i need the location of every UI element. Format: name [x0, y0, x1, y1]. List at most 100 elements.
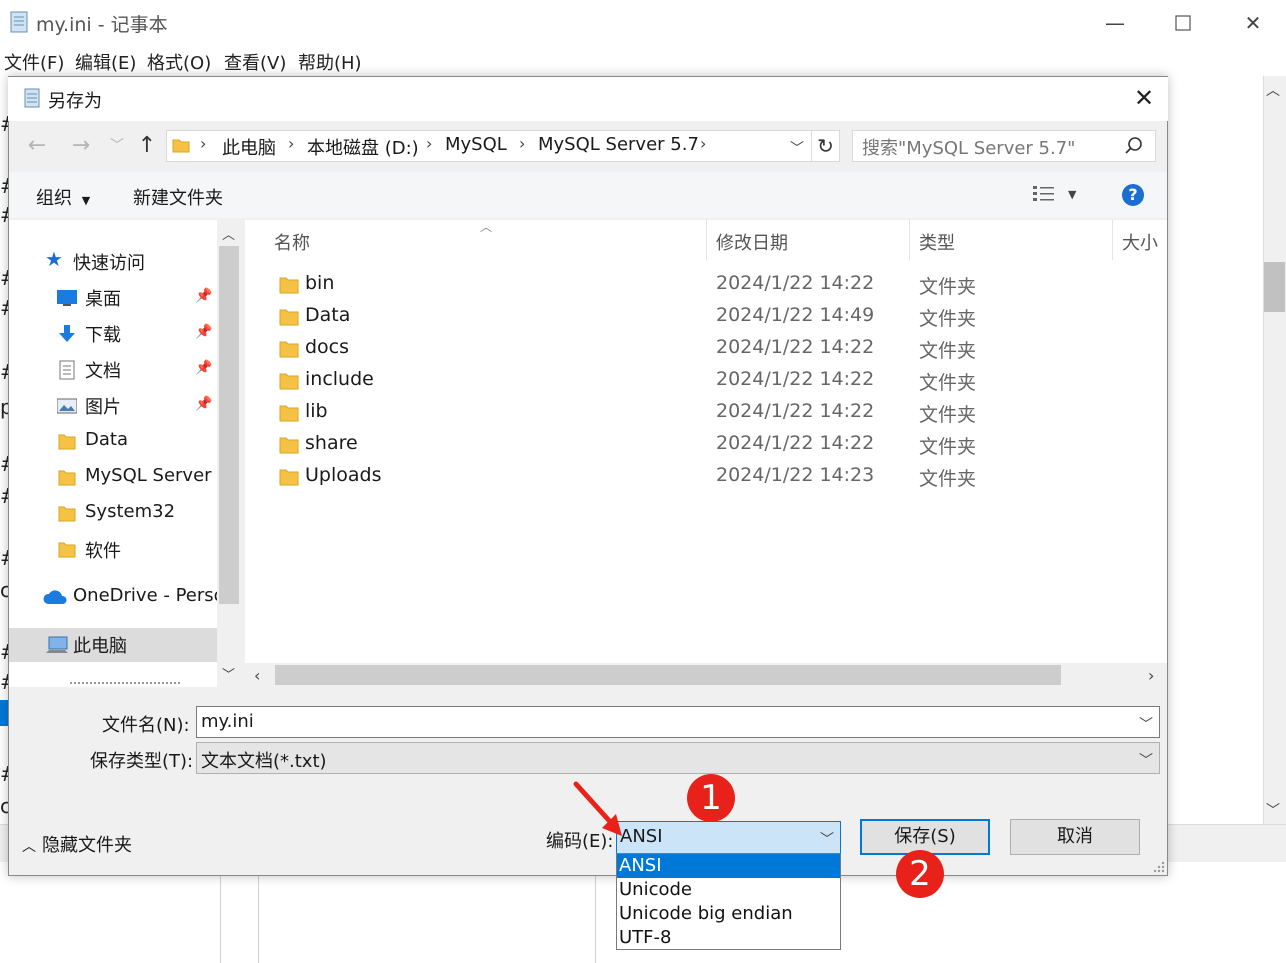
view-dropdown-button[interactable]: ▼ [1068, 188, 1076, 201]
file-date: 2024/1/22 14:22 [716, 432, 875, 454]
chevron-down-icon[interactable]: ﹀ [1139, 750, 1153, 770]
chevron-down-icon[interactable]: ﹀ [1139, 714, 1153, 734]
chevron-left-icon[interactable]: ‹ [254, 666, 260, 685]
notepad-close-button[interactable]: ✕ [1230, 8, 1276, 38]
chevron-up-icon[interactable]: ︿ [222, 224, 235, 243]
cancel-button[interactable]: 取消 [1010, 819, 1140, 855]
search-icon[interactable] [1124, 136, 1144, 156]
organize-button[interactable]: 组织 ▼ [36, 184, 90, 210]
nav-system32[interactable]: System32 [9, 497, 217, 531]
encoding-option-unicode[interactable]: Unicode [617, 878, 840, 902]
breadcrumb-this-pc[interactable]: 此电脑 [222, 134, 276, 160]
nav-data[interactable]: Data [9, 425, 217, 459]
menu-format[interactable]: 格式(O) [147, 49, 211, 75]
folder-icon [58, 542, 76, 558]
menu-view[interactable]: 查看(V) [224, 49, 286, 75]
help-icon[interactable]: ? [1122, 184, 1144, 206]
nav-scroll-thumb[interactable] [219, 246, 239, 604]
caret-down-icon: ▼ [81, 194, 91, 207]
encoding-option-utf8[interactable]: UTF-8 [617, 926, 840, 950]
minimize-icon: — [1105, 11, 1125, 35]
column-divider[interactable] [706, 220, 707, 260]
file-row[interactable]: Uploads 2024/1/22 14:23 文件夹 [246, 461, 1166, 493]
maximize-icon [1175, 15, 1191, 31]
nav-software[interactable]: 软件 [9, 533, 217, 567]
file-row[interactable]: include 2024/1/22 14:22 文件夹 [246, 365, 1166, 397]
nav-mysql-server[interactable]: MySQL Server 5 [9, 461, 217, 495]
column-name[interactable]: 名称 [274, 229, 310, 255]
refresh-button[interactable]: ↻ [812, 130, 840, 162]
nav-label: 此电脑 [73, 636, 127, 657]
nav-onedrive[interactable]: OneDrive - Perso [9, 581, 217, 615]
chevron-up-icon: ︿ [22, 839, 36, 855]
nav-quick-access[interactable]: ★ 快速访问 [9, 245, 217, 279]
filetype-select[interactable] [196, 742, 1160, 774]
column-type[interactable]: 类型 [919, 229, 955, 255]
refresh-icon: ↻ [817, 134, 834, 158]
nav-this-pc[interactable]: 此电脑 [9, 628, 217, 662]
nav-pictures[interactable]: 图片 📌 [9, 389, 217, 423]
notepad-window-title: my.ini - 记事本 [36, 14, 168, 36]
chevron-right-icon: › [288, 134, 295, 153]
filename-input[interactable] [196, 706, 1160, 738]
resize-grip-icon[interactable] [1150, 858, 1166, 874]
pin-icon: 📌 [195, 360, 213, 376]
file-row[interactable]: bin 2024/1/22 14:22 文件夹 [246, 269, 1166, 301]
file-row[interactable]: docs 2024/1/22 14:22 文件夹 [246, 333, 1166, 365]
star-icon: ★ [45, 247, 63, 271]
forward-button[interactable]: → [64, 131, 98, 161]
encoding-option-unicode-big-endian[interactable]: Unicode big endian [617, 902, 840, 926]
folder-icon [279, 469, 299, 486]
file-date: 2024/1/22 14:49 [716, 304, 875, 326]
notepad-scroll-thumb[interactable] [1264, 262, 1285, 312]
back-button[interactable]: ← [20, 131, 54, 161]
menu-help[interactable]: 帮助(H) [298, 49, 362, 75]
file-date: 2024/1/22 14:22 [716, 400, 875, 422]
maximize-button[interactable] [1160, 8, 1206, 38]
breadcrumb-mysql[interactable]: MySQL [445, 134, 507, 155]
folder-icon [279, 437, 299, 454]
chevron-down-icon[interactable]: ﹀ [222, 664, 235, 683]
notepad-vertical-scrollbar[interactable] [1263, 76, 1286, 824]
nav-label: 下载 [85, 325, 121, 346]
file-row[interactable]: lib 2024/1/22 14:22 文件夹 [246, 397, 1166, 429]
recent-locations-button[interactable]: ﹀ [100, 131, 134, 161]
column-size[interactable]: 大小 [1122, 229, 1158, 255]
menu-file[interactable]: 文件(F) [4, 49, 64, 75]
scroll-down-icon[interactable]: ﹀ [1266, 800, 1280, 820]
file-type: 文件夹 [919, 276, 977, 298]
new-folder-button[interactable]: 新建文件夹 [133, 184, 223, 210]
file-type: 文件夹 [919, 308, 977, 330]
column-divider[interactable] [1112, 220, 1113, 260]
breadcrumb-mysql-server[interactable]: MySQL Server 5.7 [538, 134, 699, 155]
hide-folders-toggle[interactable]: ︿ 隐藏文件夹 [22, 831, 132, 857]
nav-downloads[interactable]: 下载 📌 [9, 317, 217, 351]
nav-documents[interactable]: 文档 📌 [9, 353, 217, 387]
breadcrumb-drive-d[interactable]: 本地磁盘 (D:) [307, 134, 419, 160]
address-dropdown-button[interactable]: ﹀ [790, 138, 804, 158]
chevron-right-icon[interactable]: › [1148, 666, 1154, 685]
column-divider[interactable] [909, 220, 910, 260]
dialog-close-button[interactable]: ✕ [1124, 82, 1164, 114]
minimize-button[interactable]: — [1092, 8, 1138, 38]
chevron-right-icon: › [200, 134, 207, 153]
up-button[interactable]: ↑ [130, 131, 164, 161]
folder-icon [279, 277, 299, 294]
chevron-down-icon[interactable]: ﹀ [820, 829, 834, 849]
scroll-up-icon[interactable]: ︿ [1266, 80, 1280, 100]
column-date[interactable]: 修改日期 [716, 229, 788, 255]
annotation-marker-2: 2 [896, 850, 944, 898]
file-name: Data [305, 304, 351, 326]
horizontal-scroll-thumb[interactable] [275, 665, 1061, 685]
pin-icon: 📌 [195, 396, 213, 412]
filetype-label: 保存类型(T): [90, 751, 194, 772]
cloud-icon [43, 590, 67, 604]
encoding-option-ansi[interactable]: ANSI [617, 854, 840, 878]
menu-edit[interactable]: 编辑(E) [75, 49, 136, 75]
pin-icon: 📌 [195, 324, 213, 340]
file-row[interactable]: share 2024/1/22 14:22 文件夹 [246, 429, 1166, 461]
view-options-icon[interactable] [1032, 184, 1056, 206]
file-row[interactable]: Data 2024/1/22 14:49 文件夹 [246, 301, 1166, 333]
nav-desktop[interactable]: 桌面 📌 [9, 281, 217, 315]
sort-ascending-icon: ︿ [480, 220, 493, 234]
